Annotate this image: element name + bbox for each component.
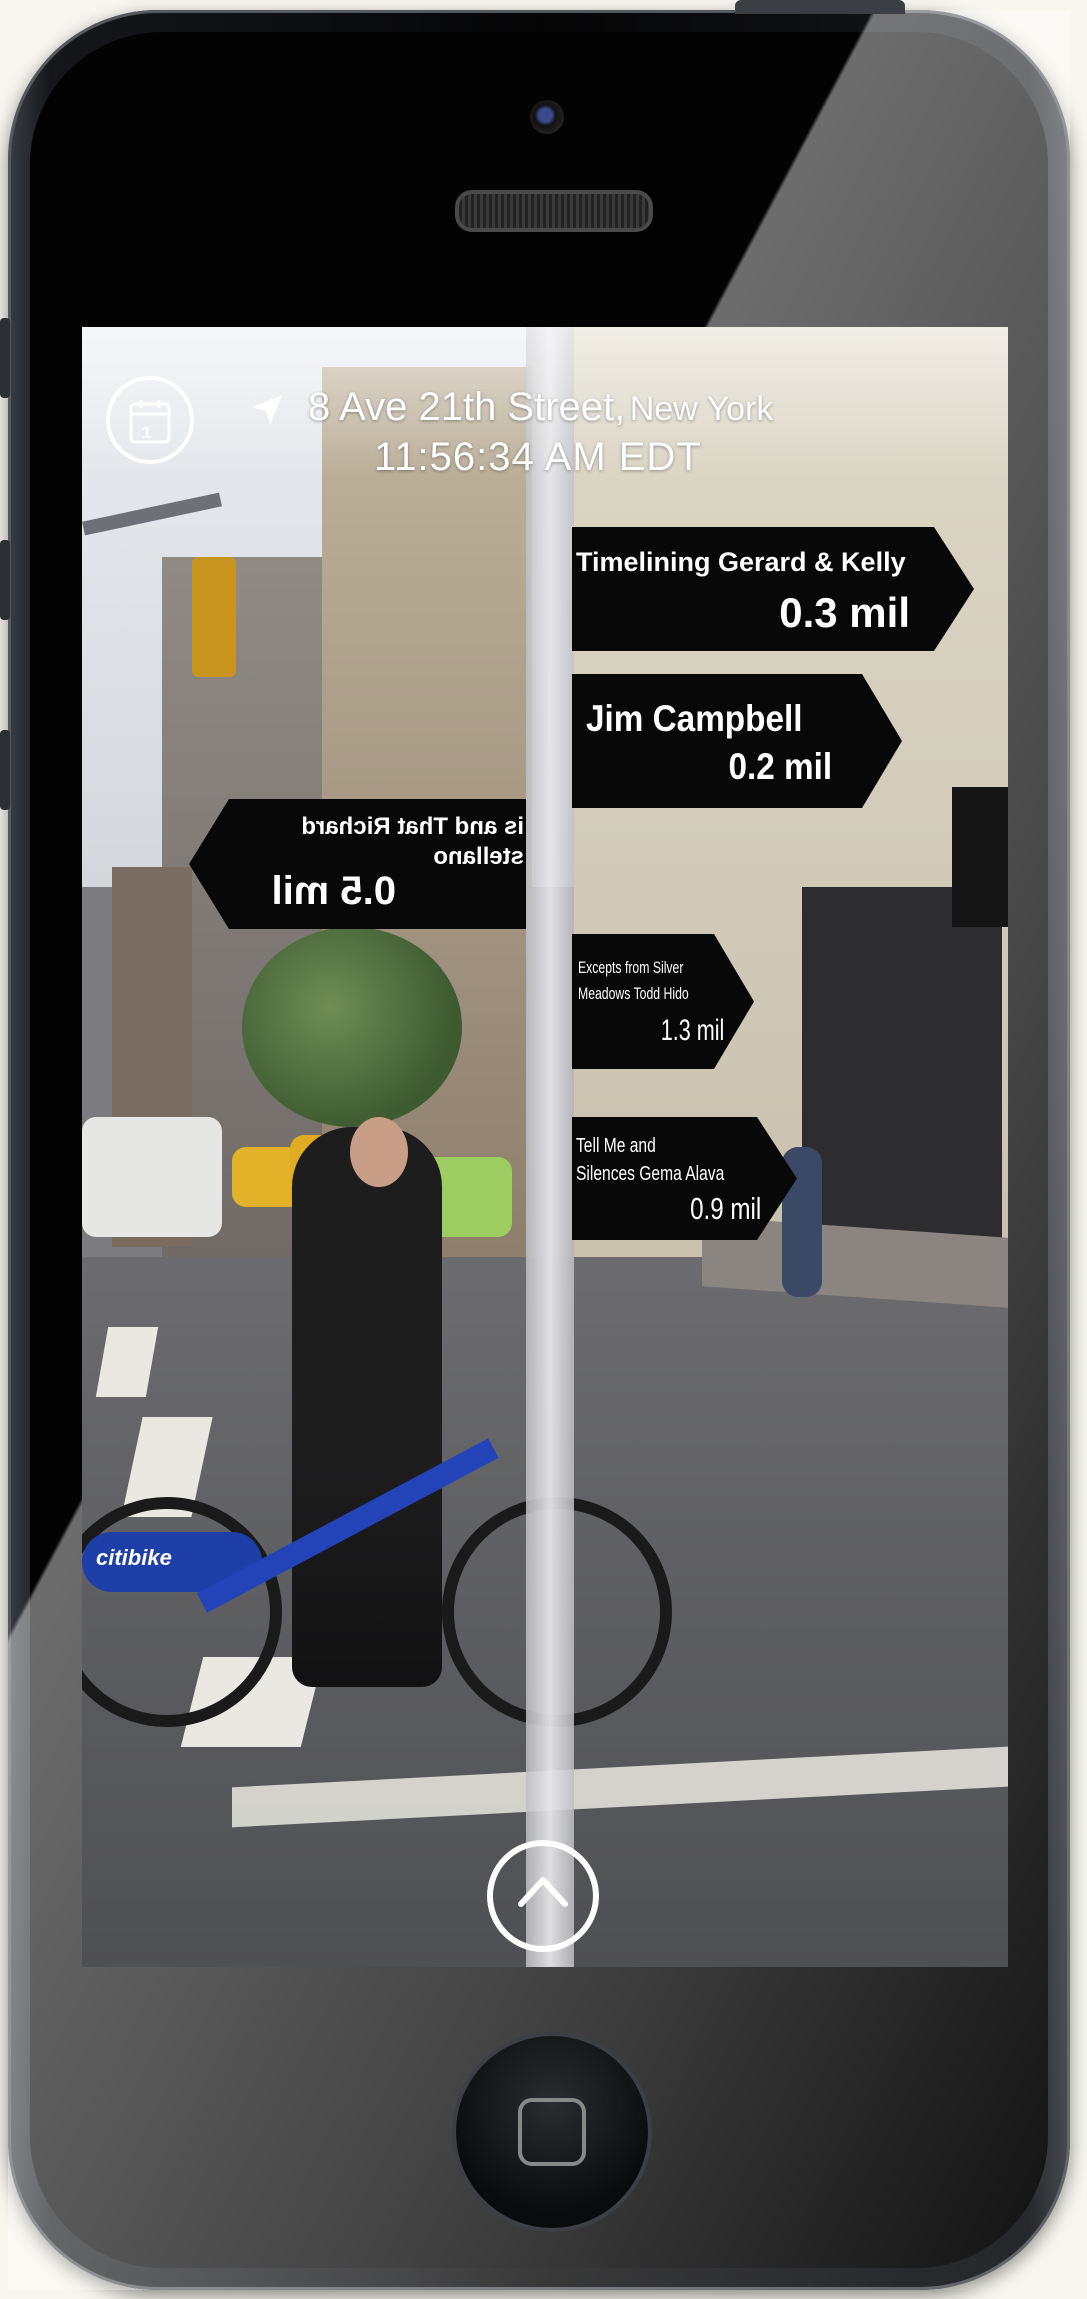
address-street: 8 Ave 21th Street, bbox=[308, 385, 626, 429]
ar-camera-view[interactable]: citibike 1 8 Ave 21th Street, New York 1… bbox=[82, 327, 1008, 1967]
store-sign bbox=[952, 787, 1008, 927]
signpost-tell-me[interactable]: Tell Me and Silences Gema Alava 0.9 mil bbox=[572, 1117, 797, 1240]
calendar-button[interactable]: 1 bbox=[106, 376, 194, 464]
location-arrow-icon bbox=[252, 395, 282, 425]
current-time: 11:56:34 AM EDT bbox=[374, 435, 702, 479]
bike-brand-label: citibike bbox=[96, 1545, 172, 1570]
white-van bbox=[82, 1117, 222, 1237]
volume-up-button bbox=[0, 540, 10, 620]
expand-up-button[interactable] bbox=[487, 1840, 599, 1952]
volume-down-button bbox=[0, 730, 10, 810]
pedestrian-with-bike bbox=[292, 1127, 442, 1687]
signpost-title-line1: is and That Richard bbox=[301, 813, 524, 840]
chevron-up-icon bbox=[518, 1877, 568, 1907]
split-divider[interactable] bbox=[526, 327, 574, 1967]
signpost-title-line1: Tell Me and bbox=[576, 1135, 656, 1157]
signpost-mirrored-text: is and That Richard stellano 0.5 mil bbox=[189, 799, 526, 929]
signpost-title-line2: Silences Gema Alava bbox=[576, 1163, 725, 1185]
signpost-distance: 0.3 mil bbox=[779, 589, 910, 636]
calendar-day: 1 bbox=[142, 423, 152, 442]
signpost-jim-campbell[interactable]: Jim Campbell 0.2 mil bbox=[572, 674, 902, 808]
signpost-title: Timelining Gerard & Kelly bbox=[576, 547, 906, 577]
signpost-distance: 0.9 mil bbox=[689, 1191, 761, 1226]
home-button-icon bbox=[518, 2098, 586, 2166]
signpost-title-line2: Meadows Todd Hido bbox=[578, 984, 689, 1003]
power-button bbox=[735, 0, 905, 14]
traffic-light bbox=[192, 557, 236, 677]
signpost-title-line2: stellano bbox=[433, 843, 524, 870]
storefront bbox=[802, 887, 1002, 1257]
front-camera bbox=[530, 100, 564, 134]
pedestrian-head bbox=[350, 1117, 408, 1187]
signpost-distance: 1.3 mil bbox=[660, 1014, 724, 1047]
signpost-mirrored[interactable]: is and That Richard stellano 0.5 mil bbox=[189, 799, 526, 929]
signpost-distance: 0.2 mil bbox=[728, 746, 832, 787]
tree bbox=[242, 927, 462, 1127]
signpost-distance: 0.5 mil bbox=[271, 869, 396, 913]
signpost-title: Jim Campbell bbox=[586, 698, 803, 739]
signpost-title-line1: Excepts from Silver bbox=[578, 958, 684, 977]
earpiece-speaker bbox=[455, 190, 653, 232]
signpost-timelining[interactable]: Timelining Gerard & Kelly 0.3 mil bbox=[572, 527, 974, 651]
mute-switch bbox=[0, 318, 10, 398]
location-address: 8 Ave 21th Street, New York bbox=[308, 385, 773, 430]
home-button[interactable] bbox=[452, 2032, 652, 2232]
address-city: New York bbox=[629, 390, 774, 428]
